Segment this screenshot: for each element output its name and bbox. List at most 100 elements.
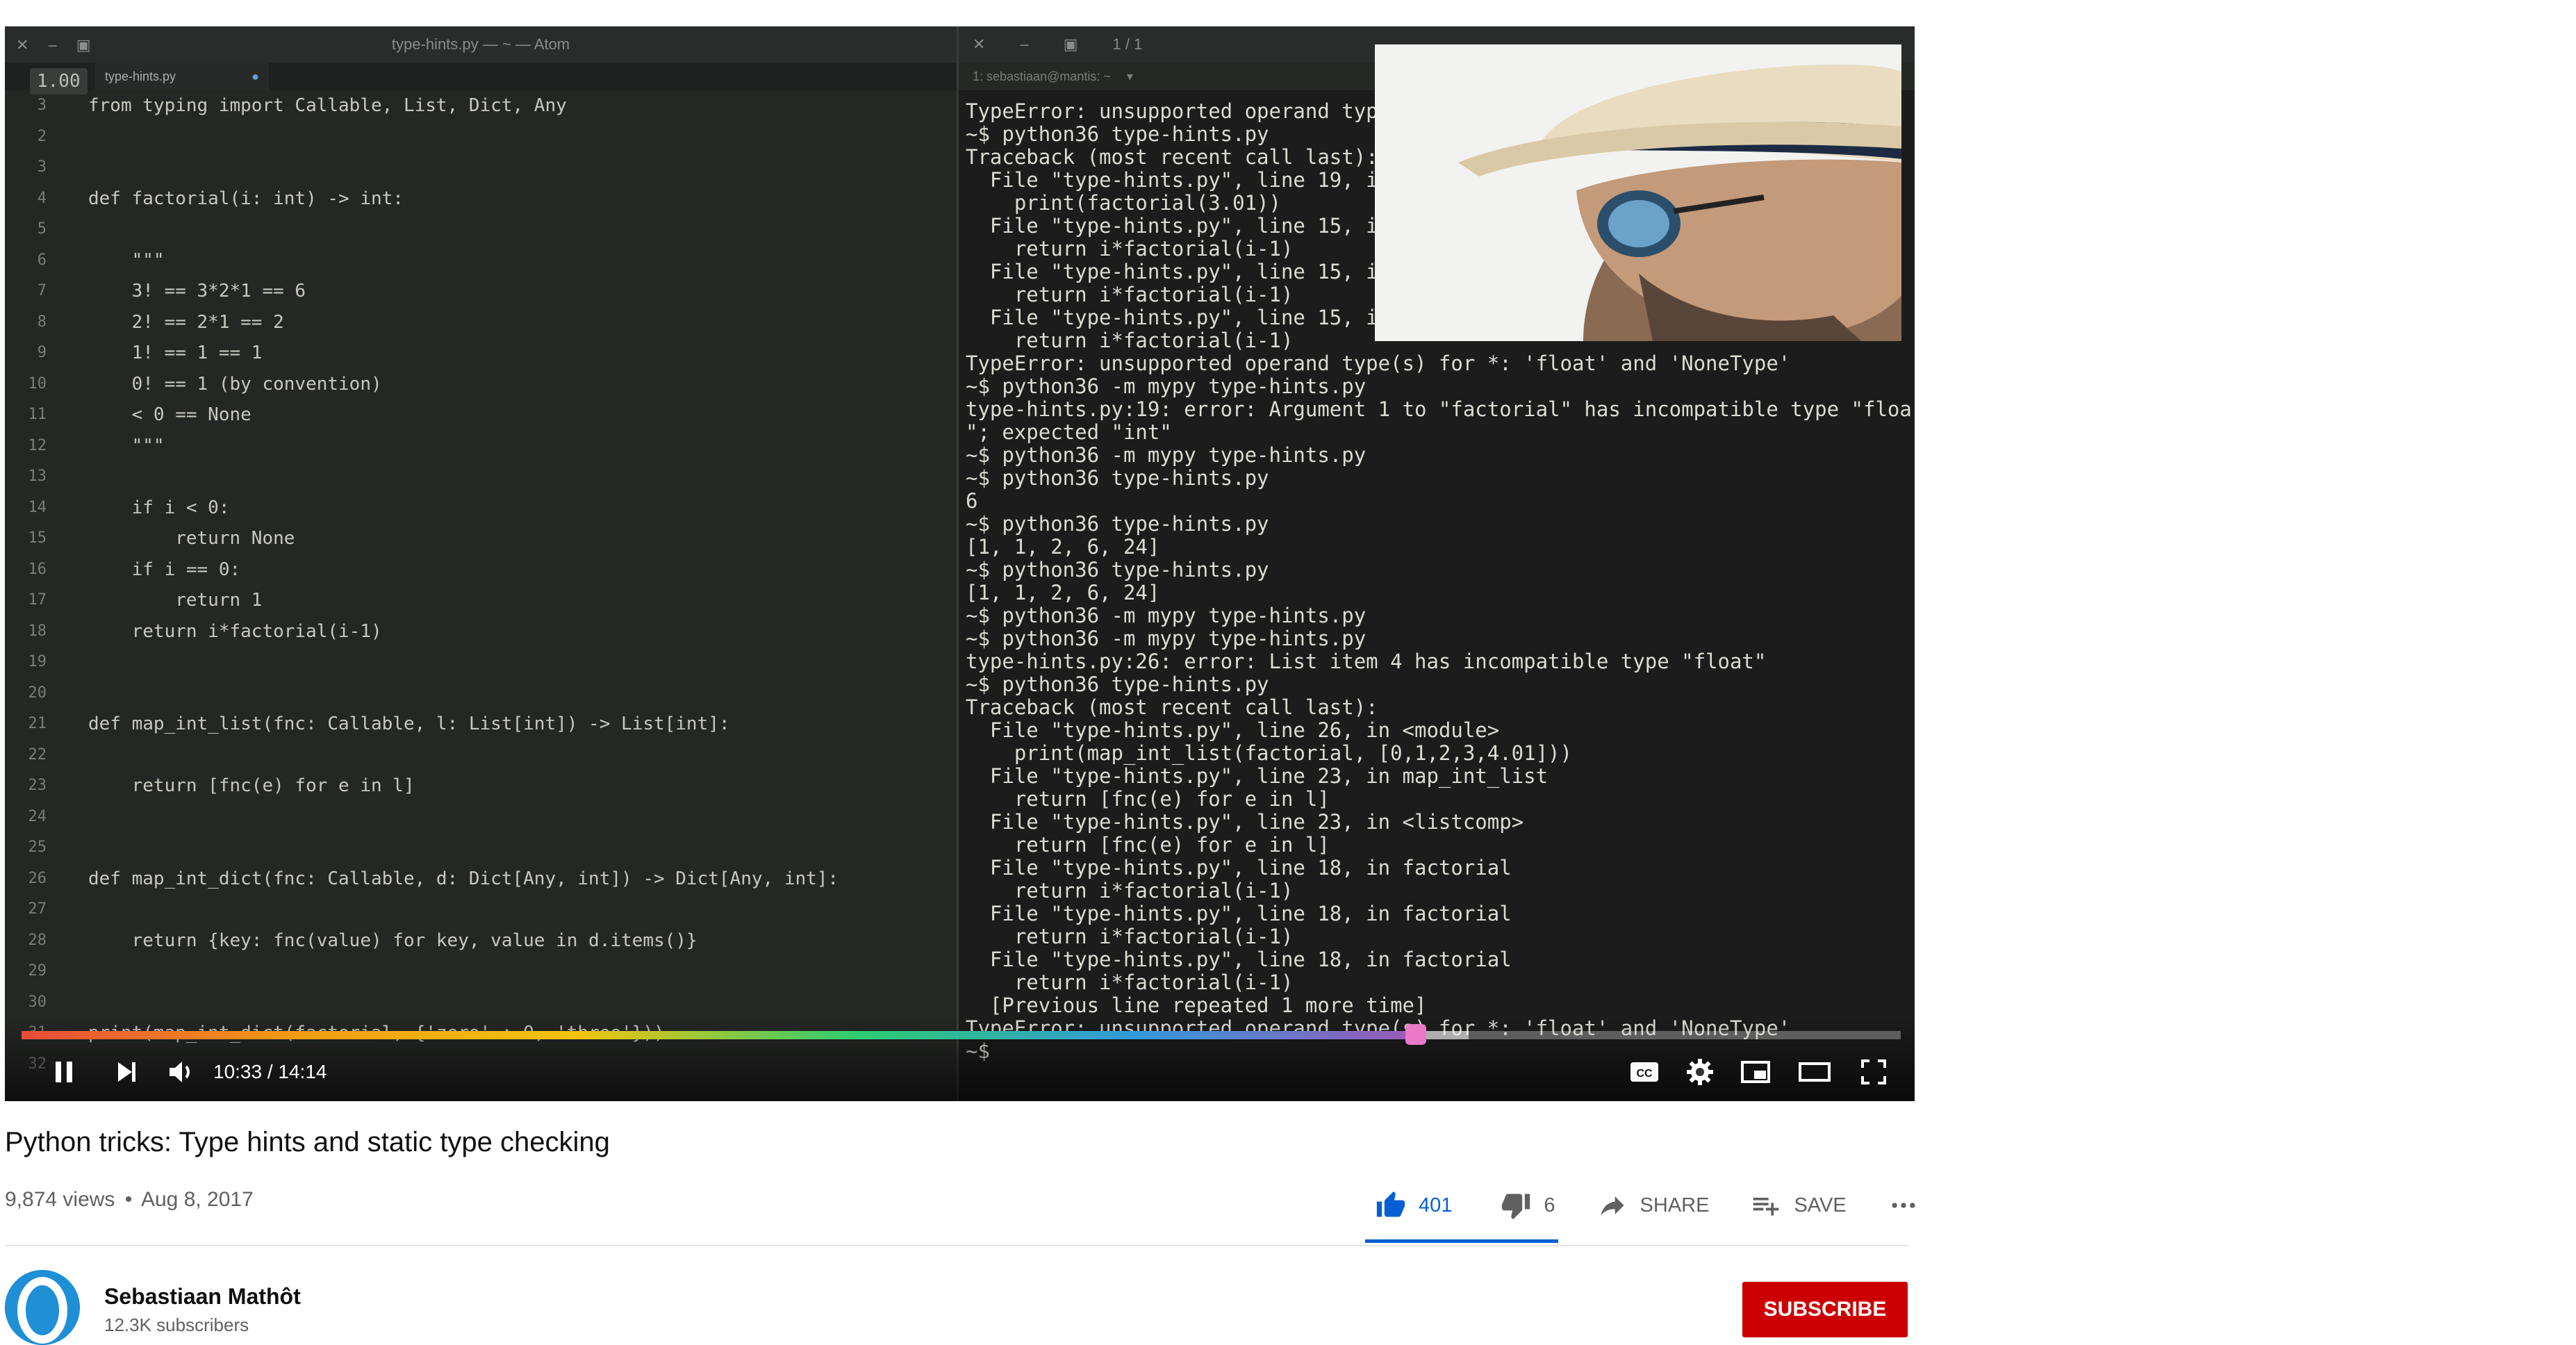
line-number: 23 (28, 777, 47, 794)
terminal-line: ~$ python36 type-hints.py (966, 467, 1269, 490)
maximize-icon: ▣ (1063, 35, 1078, 53)
subscribe-button[interactable]: SUBSCRIBE (1742, 1282, 1908, 1337)
fullscreen-button[interactable] (1849, 1048, 1898, 1096)
settings-button[interactable] (1676, 1048, 1724, 1096)
code-line: 2! == 2*1 == 2 (88, 311, 284, 333)
terminal-line: ~$ python36 type-hints.py (966, 559, 1269, 581)
code-line: def factorial(i: int) -> int: (88, 188, 404, 209)
chevron-down-icon: ▾ (1126, 69, 1133, 83)
code-line: if i < 0: (88, 497, 230, 518)
dislike-count: 6 (1544, 1194, 1555, 1216)
terminal-line: ~$ python36 type-hints.py (966, 673, 1269, 696)
pause-button[interactable] (40, 1048, 88, 1096)
meta-separator: • (124, 1188, 133, 1211)
terminal-line: File "type-hints.py", line 18, in factor… (966, 902, 1512, 925)
code-line: < 0 == None (88, 404, 251, 425)
like-count: 401 (1419, 1194, 1453, 1216)
line-number: 3 (37, 97, 47, 114)
share-button[interactable]: SHARE (1597, 1190, 1709, 1221)
modified-dot-icon: ● (251, 69, 259, 83)
theater-mode-button[interactable] (1790, 1048, 1839, 1096)
presenter-webcam (1375, 44, 1901, 341)
volume-button[interactable] (158, 1048, 206, 1096)
line-number: 22 (28, 745, 47, 764)
more-actions-button[interactable] (1888, 1190, 1919, 1221)
terminal-line: type-hints.py:19: error: Argument 1 to "… (966, 398, 1910, 421)
playlist-add-icon (1753, 1198, 1779, 1216)
line-number: 21 (28, 715, 47, 732)
terminal-line: ~$ python36 type-hints.py (966, 513, 1269, 536)
terminal-line: return [fnc(e) for e in l] (966, 834, 1330, 857)
thumbs-down-icon (1502, 1194, 1530, 1220)
code-line: 0! == 1 (by convention) (88, 373, 382, 395)
subscriber-count: 12.3K subscribers (104, 1314, 249, 1335)
video-title: Python tricks: Type hints and static typ… (5, 1127, 610, 1157)
terminal-line: type-hints.py:26: error: List item 4 has… (966, 650, 1767, 673)
code-area: from typing import Callable, List, Dict,… (88, 90, 943, 1063)
thumbs-up-icon (1376, 1191, 1405, 1217)
line-number: 4 (37, 189, 47, 207)
like-button[interactable]: 401 (1376, 1190, 1452, 1221)
dislike-button[interactable]: 6 (1501, 1190, 1555, 1221)
code-line: """ (88, 435, 165, 456)
editor-titlebar: ✕ – ▣ type-hints.py — ~ — Atom (5, 26, 957, 63)
editor-tab-label: type-hints.py (105, 69, 176, 83)
line-number: 16 (28, 560, 47, 578)
terminal-line: return i*factorial(i-1) (966, 971, 1294, 994)
line-number-gutter: 3 2 3 4 5 6 7 8 9 10 11 12 13 14 15 16 17 18 19 20 21 22 23 24 2… (5, 90, 47, 1073)
code-line: def map_int_list(fnc: Callable, l: List[… (88, 713, 730, 734)
line-number: 10 (28, 374, 47, 393)
line-number: 12 (28, 436, 47, 454)
editor-tabbar: type-hints.py ● (5, 63, 957, 90)
line-number: 25 (28, 839, 47, 856)
code-line: from typing import Callable, List, Dict,… (88, 95, 567, 116)
share-icon (1601, 1196, 1624, 1216)
line-number: 26 (28, 869, 47, 887)
progress-bar[interactable] (22, 1024, 1901, 1045)
minimize-icon: – (1020, 35, 1029, 53)
line-number: 27 (28, 900, 47, 918)
progress-played (22, 1031, 1416, 1039)
code-line: return {key: fnc(value) for key, value i… (88, 930, 697, 951)
fullscreen-icon (1861, 1059, 1886, 1084)
line-number: 30 (28, 993, 47, 1011)
terminal-line: return i*factorial(i-1) (966, 925, 1294, 948)
terminal-line: File "type-hints.py", line 23, in <listc… (966, 811, 1524, 834)
player-control-bar: 10:33 / 14:14 CC (5, 1048, 1915, 1096)
next-button[interactable] (102, 1048, 151, 1096)
cc-icon: CC (1630, 1062, 1658, 1082)
code-line: """ (88, 249, 165, 271)
line-number: 5 (37, 220, 47, 238)
code-line: return [fnc(e) for e in l] (88, 775, 415, 796)
close-icon: ✕ (973, 35, 986, 53)
miniplayer-button[interactable] (1731, 1048, 1780, 1096)
line-number: 28 (28, 931, 47, 949)
code-line: return 1 (88, 590, 263, 611)
progress-scrubber-handle[interactable] (1405, 1024, 1426, 1045)
save-button[interactable]: SAVE (1751, 1190, 1847, 1221)
video-metadata: 9,874 views • Aug 8, 2017 (5, 1188, 254, 1212)
video-actions: 401 6 SHARE SAVE (1362, 1181, 1919, 1230)
channel-logo-icon (5, 1270, 80, 1345)
terminal-line: print(map_int_list(factorial, [0,1,2,3,4… (966, 742, 1572, 765)
line-number: 13 (28, 468, 47, 485)
captions-button[interactable]: CC (1620, 1048, 1669, 1096)
terminal-line: File "type-hints.py", line 18, in factor… (966, 948, 1512, 971)
code-line: 3! == 3*2*1 == 6 (88, 281, 306, 302)
terminal-tab-label: 1: sebastiaan@mantis: ~ (973, 69, 1111, 83)
terminal-line: ~$ python36 -m mypy type-hints.py (966, 444, 1367, 467)
terminal-line: return i*factorial(i-1) (966, 880, 1294, 902)
line-number: 18 (28, 622, 47, 640)
code-line: 1! == 1 == 1 (88, 343, 263, 363)
line-number: 20 (28, 684, 47, 702)
channel-name[interactable]: Sebastiaan Mathôt (104, 1284, 301, 1310)
terminal-line: ~$ python36 -m mypy type-hints.py (966, 627, 1367, 650)
video-player[interactable]: ✕ – ▣ type-hints.py — ~ — Atom type-hint… (5, 26, 1915, 1101)
channel-avatar[interactable] (5, 1270, 80, 1345)
